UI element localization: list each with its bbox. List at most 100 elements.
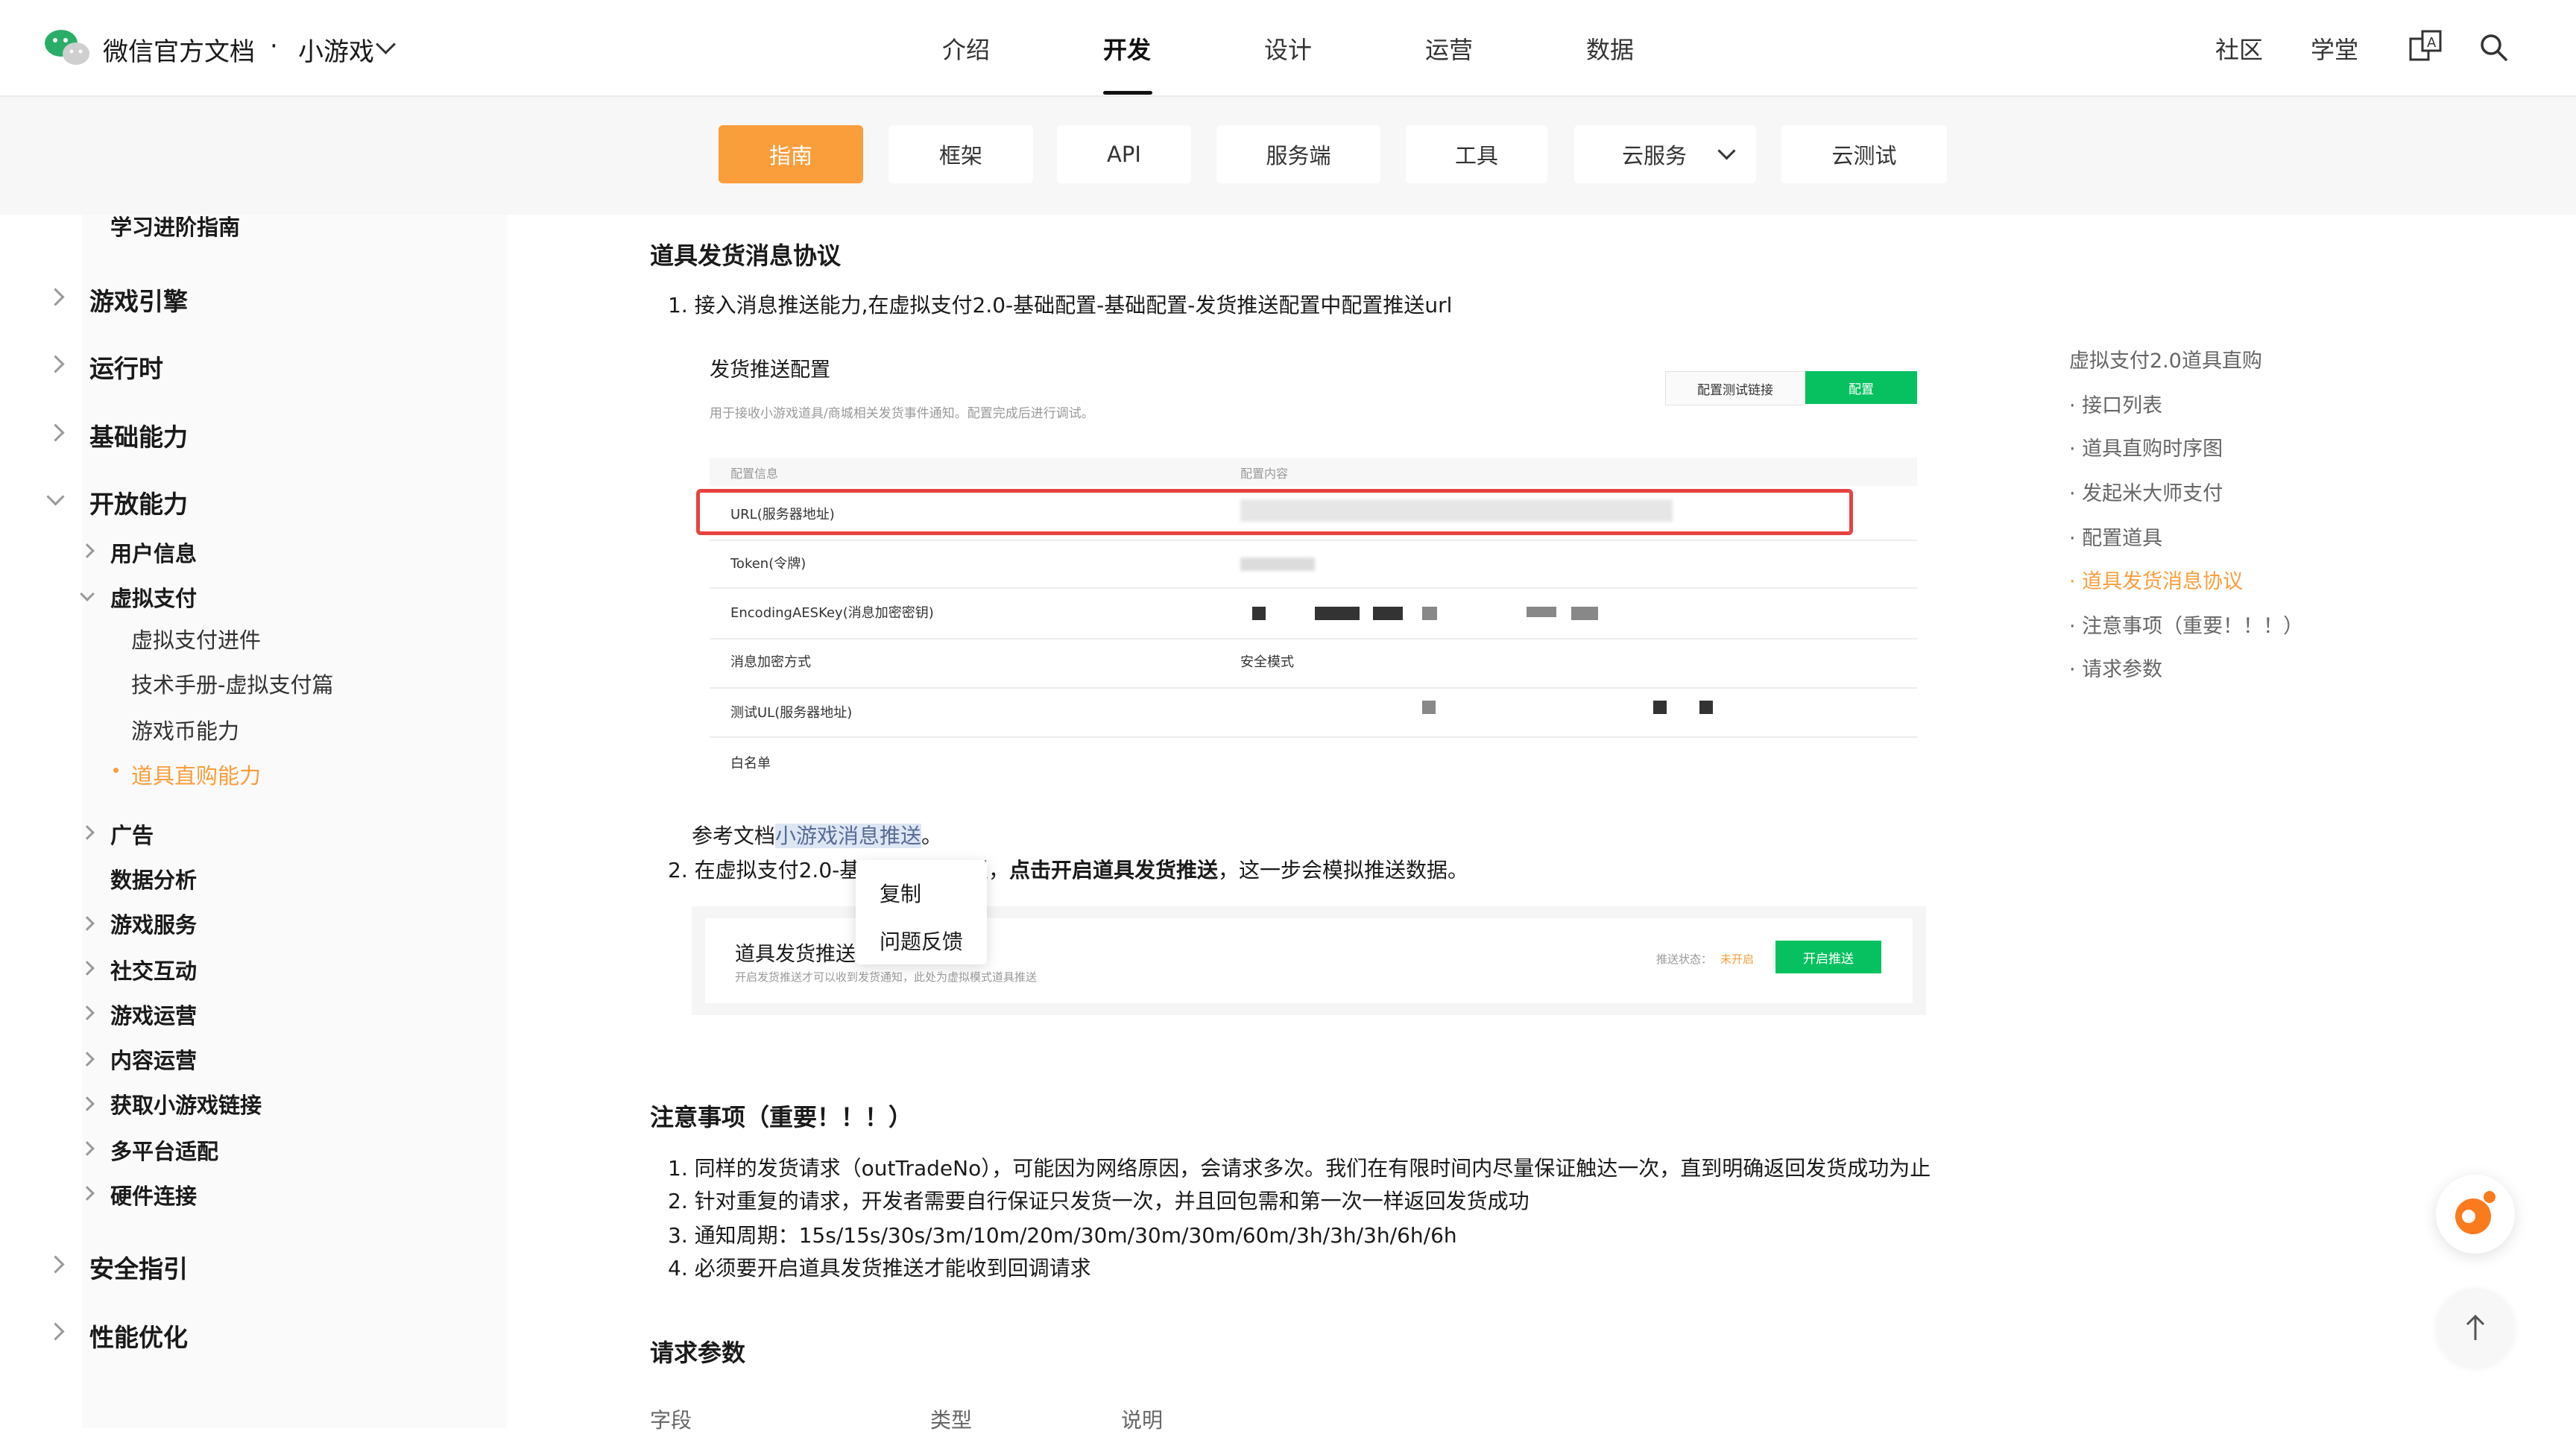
sidebar-item-security[interactable]: 安全指引 [89, 1249, 188, 1285]
config-row-token: Token(令牌) [730, 556, 806, 572]
config-table-header [710, 458, 1917, 486]
tab-api[interactable]: API [1057, 125, 1191, 183]
testurl-blur-1 [1422, 701, 1436, 714]
token-value-blur [1240, 558, 1315, 571]
push-title: 道具发货推送 [735, 943, 856, 966]
sidebar-item-runtime[interactable]: 运行时 [89, 349, 163, 385]
nav-data[interactable]: 数据 [1586, 31, 1634, 66]
reference-link[interactable]: 小游戏消息推送 [775, 824, 922, 848]
back-to-top-button[interactable] [2436, 1288, 2515, 1367]
nav-design[interactable]: 设计 [1264, 31, 1312, 66]
section-title-notes: 注意事项（重要！！！） [650, 1103, 913, 1131]
sidebar-item-game-coin[interactable]: 游戏币能力 [131, 714, 239, 745]
note-4: 4. 必须要开启道具发货推送才能收到回调请求 [668, 1256, 1091, 1280]
brand-title[interactable]: 微信官方文档 [103, 31, 255, 68]
translate-icon[interactable]: A [2409, 30, 2442, 63]
sidebar-item-content-operate[interactable]: 内容运营 [110, 1043, 197, 1075]
toc-item-request-params[interactable]: · 请求参数 [2069, 653, 2162, 682]
assistant-float-button[interactable] [2436, 1175, 2515, 1254]
sidebar-item-basic[interactable]: 基础能力 [89, 417, 188, 453]
nav-intro[interactable]: 介绍 [942, 31, 990, 66]
sidebar-item-vp-onboarding[interactable]: 虚拟支付进件 [131, 623, 261, 654]
aeskey-blur-5 [1527, 607, 1556, 617]
sidebar-item-performance[interactable]: 性能优化 [89, 1318, 188, 1354]
table-header-field: 字段 [650, 1408, 692, 1433]
wechat-logo-icon[interactable] [43, 27, 91, 69]
table-header-desc: 说明 [1121, 1408, 1164, 1433]
chevron-right-icon[interactable] [46, 288, 65, 306]
reference-suffix: 。 [921, 824, 943, 848]
toc-item-root[interactable]: 虚拟支付2.0道具直购 [2069, 344, 2262, 373]
sidebar-item-multi-platform[interactable]: 多平台适配 [110, 1134, 218, 1166]
note-1: 1. 同样的发货请求（outTradeNo），可能因为网络原因，会请求多次。我们… [668, 1156, 1931, 1181]
tab-tools[interactable]: 工具 [1406, 125, 1547, 183]
brand-separator: · [270, 31, 278, 61]
config-encrypt-value: 安全模式 [1240, 654, 1294, 670]
toc-item-midas-pay[interactable]: · 发起米大师支付 [2069, 477, 2223, 506]
config-col-content: 配置内容 [1240, 467, 1289, 481]
config-row-encrypt: 消息加密方式 [730, 654, 811, 670]
chevron-down-icon[interactable] [376, 34, 396, 54]
step-2-bold: 点击开启道具发货推送 [1009, 858, 1219, 882]
sidebar-item-game-engine[interactable]: 游戏引擎 [89, 282, 188, 318]
note-3: 3. 通知周期：15s/15s/30s/3m/10m/20m/30m/30m/3… [668, 1223, 1457, 1248]
nav-develop[interactable]: 开发 [1103, 31, 1151, 66]
tab-server[interactable]: 服务端 [1216, 125, 1380, 183]
sidebar-item-social[interactable]: 社交互动 [110, 954, 197, 985]
config-test-link-button: 配置测试链接 [1665, 371, 1805, 405]
push-status-label: 推送状态： [1656, 953, 1713, 966]
note-2: 2. 针对重复的请求，开发者需要自行保证只发货一次，并且回包需和第一次一样返回发… [668, 1189, 1530, 1213]
product-selector[interactable]: 小游戏 [298, 31, 374, 68]
row-divider [710, 638, 1917, 639]
chevron-right-icon[interactable] [46, 1255, 65, 1274]
toc-item-notes[interactable]: · 注意事项（重要！！！） [2069, 610, 2303, 639]
testurl-blur-3 [1699, 701, 1713, 714]
push-enable-button: 开启推送 [1775, 941, 1881, 973]
sidebar-item-hardware[interactable]: 硬件连接 [110, 1179, 197, 1210]
assistant-icon [2455, 1191, 2496, 1234]
search-icon[interactable] [2479, 33, 2509, 63]
row-divider [710, 736, 1917, 738]
nav-academy[interactable]: 学堂 [2311, 31, 2358, 66]
toc-item-api-list[interactable]: · 接口列表 [2069, 389, 2162, 418]
reference-line: 参考文档小游戏消息推送。 [692, 820, 942, 850]
nav-operate[interactable]: 运营 [1425, 31, 1473, 66]
sidebar-item-item-purchase[interactable]: 道具直购能力 [131, 759, 261, 790]
sidebar-item-open-ability[interactable]: 开放能力 [89, 484, 188, 520]
tab-guide[interactable]: 指南 [719, 125, 863, 183]
sidebar-item-user-info[interactable]: 用户信息 [110, 537, 197, 568]
nav-active-indicator [1103, 91, 1152, 95]
sidebar-item-game-service[interactable]: 游戏服务 [110, 908, 197, 939]
step-2-rest: 置，点击开启道具发货推送，这一步会模拟推送数据。 [967, 854, 1468, 884]
sidebar-item-ads[interactable]: 广告 [110, 818, 154, 850]
section-title-delivery-protocol: 道具发货消息协议 [650, 241, 842, 270]
toc-item-sequence[interactable]: · 道具直购时序图 [2069, 432, 2223, 461]
chevron-down-icon [1717, 142, 1736, 160]
chevron-right-icon[interactable] [46, 1322, 65, 1341]
aeskey-blur-2 [1315, 607, 1360, 620]
nav-community[interactable]: 社区 [2215, 31, 2263, 66]
sidebar-item-vp-manual[interactable]: 技术手册-虚拟支付篇 [131, 668, 333, 699]
chevron-right-icon[interactable] [46, 423, 65, 442]
testurl-blur-2 [1653, 701, 1667, 714]
context-menu-copy[interactable]: 复制 [880, 878, 921, 908]
sidebar-item-game-operate[interactable]: 游戏运营 [110, 999, 197, 1030]
sidebar-item-analytics[interactable]: 数据分析 [110, 863, 197, 894]
toc-item-delivery-protocol[interactable]: · 道具发货消息协议 [2069, 565, 2243, 594]
tab-framework[interactable]: 框架 [888, 125, 1033, 183]
context-menu-feedback[interactable]: 问题反馈 [880, 926, 963, 956]
step-2-prefix: 2. 在虚拟支付2.0-基 [668, 858, 861, 882]
sidebar-item-learning-guide[interactable]: 学习进阶指南 [110, 210, 240, 241]
sidebar-item-virtual-pay[interactable]: 虚拟支付 [110, 581, 197, 613]
active-dot [113, 768, 119, 773]
chevron-right-icon[interactable] [46, 355, 65, 373]
tab-cloud[interactable]: 云服务 [1574, 125, 1756, 183]
tab-cloud-test[interactable]: 云测试 [1781, 125, 1947, 183]
config-button-label: 配置 [1849, 382, 1874, 397]
aeskey-blur-6 [1571, 607, 1598, 620]
sidebar-item-get-link[interactable]: 获取小游戏链接 [110, 1088, 262, 1119]
push-status-value: 未开启 [1720, 953, 1755, 966]
chevron-down-icon[interactable] [46, 487, 65, 506]
toc-item-config-items[interactable]: · 配置道具 [2069, 522, 2162, 551]
push-enable-label: 开启推送 [1803, 951, 1854, 967]
